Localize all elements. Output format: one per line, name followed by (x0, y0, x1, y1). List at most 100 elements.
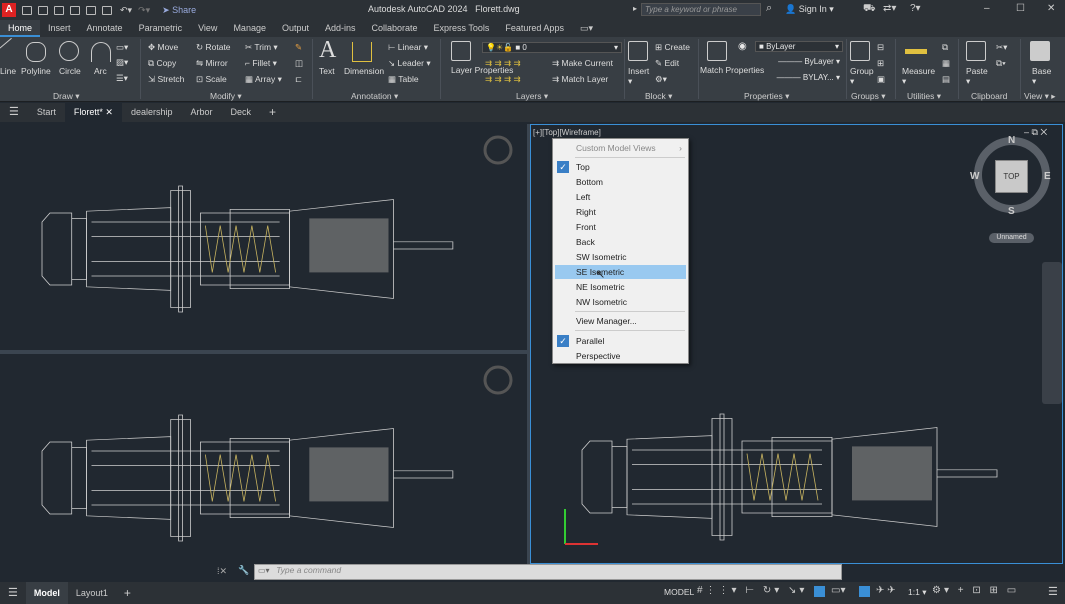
status-tools[interactable]: ⚙▾ + ⊡ ⊞ ▭ (932, 585, 1019, 596)
drawing-top-left[interactable] (41, 185, 454, 313)
region-icon[interactable]: ☰▾ (116, 73, 128, 84)
tab-dealership[interactable]: dealership (122, 103, 182, 122)
drawing-canvas[interactable] (0, 124, 1065, 564)
circle-tool[interactable]: Circle (59, 66, 81, 76)
search-arrow-icon[interactable]: ▸ (633, 4, 637, 13)
tab-start[interactable]: Start (28, 103, 65, 122)
insert-block-icon[interactable] (628, 41, 648, 61)
ribbon-options-icon[interactable]: ▭▾ (572, 20, 601, 37)
view-panel-title[interactable]: View ▾ ▸ (1024, 91, 1056, 102)
maximize-icon[interactable]: ☐ (1016, 3, 1025, 14)
tab-annotate[interactable]: Annotate (79, 20, 131, 37)
menu-item-view-manager[interactable]: View Manager... (553, 314, 688, 328)
print-icon[interactable] (102, 5, 112, 15)
menu-custom-model-views[interactable]: Custom Model Views › (553, 141, 688, 155)
hatch-icon[interactable]: ▨▾ (116, 57, 128, 68)
model-space-button[interactable]: MODEL (664, 587, 694, 597)
minimize-icon[interactable]: – (984, 3, 990, 14)
annotation-scale[interactable]: 1:1 ▾ (908, 587, 926, 598)
move-tool[interactable]: ✥ Move (148, 42, 178, 53)
tab-manage[interactable]: Manage (225, 20, 274, 37)
cmd-grip-icon[interactable]: ⁞✕ (217, 566, 227, 577)
compass-east[interactable]: E (1044, 171, 1051, 182)
dimension-icon[interactable] (352, 42, 372, 62)
open-icon[interactable] (38, 5, 48, 15)
mirror-tool[interactable]: ⇋ Mirror (196, 58, 228, 69)
tab-addins[interactable]: Add-ins (317, 20, 364, 37)
menu-item-back[interactable]: Back (553, 235, 688, 249)
app-menu-icon[interactable]: ☰ (0, 103, 28, 122)
match-layer-tool[interactable]: ⇉ Match Layer (552, 74, 608, 85)
undo-icon[interactable]: ↶▾ (120, 5, 132, 16)
clipboard-panel-title[interactable]: Clipboard (971, 91, 1007, 101)
cmd-customize-icon[interactable]: 🔧 (238, 565, 249, 576)
annotation-panel-title[interactable]: Annotation ▾ (351, 91, 398, 102)
utility-icon-2[interactable]: ▦ (942, 58, 950, 69)
fillet-tool[interactable]: ⌐ Fillet ▾ (245, 58, 277, 69)
menu-item-sw-isometric[interactable]: SW Isometric (553, 250, 688, 264)
utility-icon-1[interactable]: ⧉ (942, 42, 948, 53)
insert-tool[interactable]: Insert ▾ (628, 66, 649, 87)
array-tool[interactable]: ▦ Array ▾ (245, 74, 282, 85)
utilities-panel-title[interactable]: Utilities ▾ (907, 91, 941, 102)
tab-express-tools[interactable]: Express Tools (426, 20, 498, 37)
search-input[interactable]: Type a keyword or phrase (641, 3, 761, 16)
signin-button[interactable]: 👤 Sign In ▾ (785, 4, 834, 15)
menu-item-top[interactable]: ✓ Top (553, 160, 688, 174)
lineweight-dropdown[interactable]: ——— BYLAY... ▾ (755, 73, 843, 84)
text-tool[interactable]: Text (319, 66, 335, 76)
tab-home[interactable]: Home (0, 20, 41, 37)
cmd-history-icon[interactable]: ▭▾ (255, 566, 270, 575)
group-select-icon[interactable]: ▣ (877, 74, 885, 85)
cart-icon[interactable]: ⛟ (863, 3, 876, 16)
copy-tool[interactable]: ⧉ Copy (148, 58, 176, 69)
layers-panel-title[interactable]: Layers ▾ (516, 91, 548, 102)
menu-item-bottom[interactable]: Bottom (553, 175, 688, 189)
leader-tool[interactable]: ↘ Leader ▾ (388, 58, 431, 69)
layout-menu-icon[interactable]: ☰ (0, 582, 26, 604)
table-tool[interactable]: ▦ Table (388, 74, 419, 85)
menu-item-front[interactable]: Front (553, 220, 688, 234)
group-edit-icon[interactable]: ⊞ (877, 58, 884, 69)
tab-collaborate[interactable]: Collaborate (364, 20, 426, 37)
new-icon[interactable] (22, 5, 32, 15)
ungroup-icon[interactable]: ⊟ (877, 42, 884, 53)
color-wheel-icon[interactable]: ◉ (738, 41, 747, 52)
paste-tool[interactable]: Paste ▾ (966, 66, 988, 87)
circle-icon[interactable] (59, 41, 79, 61)
command-input[interactable]: ▭▾ Type a command (254, 564, 842, 580)
base-tool[interactable]: Base ▾ (1032, 66, 1051, 87)
tab-parametric[interactable]: Parametric (131, 20, 191, 37)
customization-icon[interactable]: ☰ (1048, 585, 1058, 598)
block-attribute-icon[interactable]: ⚙▾ (655, 74, 667, 85)
polyline-tool[interactable]: Polyline (21, 66, 51, 76)
menu-item-parallel[interactable]: ✓ Parallel (553, 334, 688, 348)
rotate-tool[interactable]: ↻ Rotate (196, 42, 231, 53)
tab-arbor[interactable]: Arbor (182, 103, 222, 122)
edit-block-tool[interactable]: ✎ Edit (655, 58, 679, 69)
plot-icon[interactable] (86, 5, 96, 15)
autocad-logo[interactable]: A (2, 3, 16, 17)
modify-panel-title[interactable]: Modify ▾ (210, 91, 242, 102)
search-icon[interactable]: ⌕ (766, 2, 772, 15)
compass-north[interactable]: N (1008, 135, 1015, 146)
layer-state-icons[interactable]: ⇉ ⇉ ⇉ ⇉ (485, 74, 521, 85)
tab-deck[interactable]: Deck (222, 103, 261, 122)
navigation-bar[interactable] (1042, 262, 1062, 404)
trim-tool[interactable]: ✂ Trim ▾ (245, 42, 278, 53)
line-icon[interactable] (0, 37, 25, 67)
match-properties-icon[interactable] (707, 41, 727, 61)
linetype-dropdown[interactable]: ——— ByLayer ▾ (755, 57, 843, 68)
exchange-icon[interactable]: ⇄▾ (883, 3, 896, 14)
scale-tool[interactable]: ⊡ Scale (196, 74, 227, 85)
viewcube-small-top-left[interactable] (483, 135, 513, 165)
annotation-toggle-icon[interactable] (859, 586, 870, 597)
stretch-tool[interactable]: ⇲ Stretch (148, 74, 184, 85)
dimension-tool[interactable]: Dimension (344, 66, 384, 76)
make-current-tool[interactable]: ⇉ Make Current (552, 58, 613, 69)
menu-item-perspective[interactable]: Perspective (553, 349, 688, 363)
properties-panel-title[interactable]: Properties ▾ (744, 91, 789, 102)
annotation-visibility-icon[interactable]: ✈ ✈ (876, 585, 896, 596)
measure-tool[interactable]: Measure ▾ (902, 66, 935, 87)
linear-tool[interactable]: ⊢ Linear ▾ (388, 42, 428, 53)
